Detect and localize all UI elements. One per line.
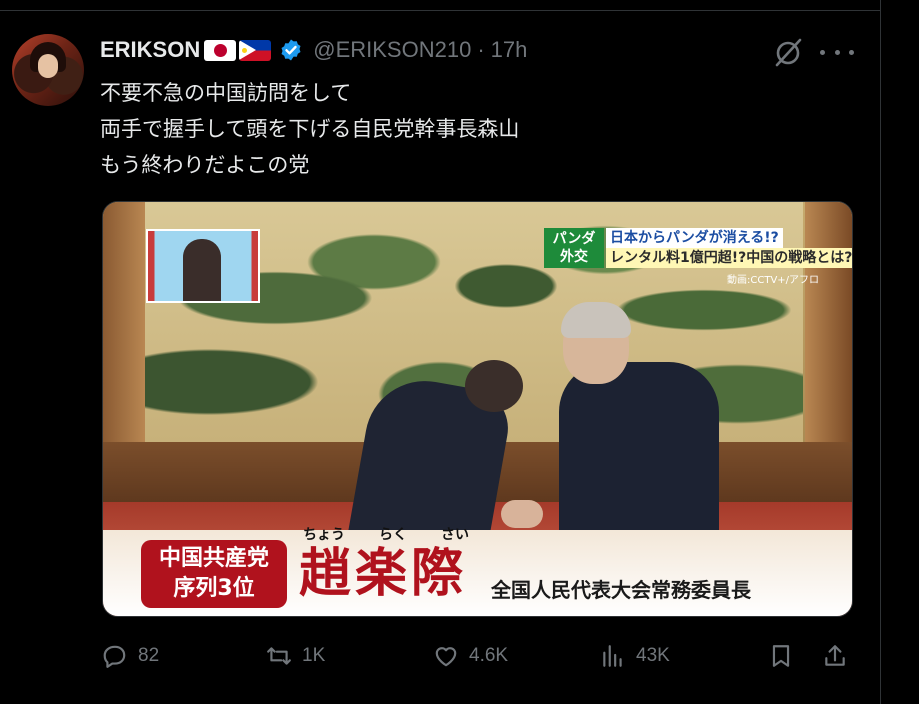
topic-badge-line: パンダ [552,231,596,247]
person-title-caption: 全国人民代表大会常務委員長 [491,578,751,602]
column-divider [880,0,881,704]
studio-inset [146,229,260,303]
topic-headline: 日本からパンダが消える!? [606,228,783,248]
avatar-face [38,54,58,78]
verified-badge-icon [281,39,301,61]
person-name-caption: 趙楽際 [299,543,468,604]
tweet-video[interactable]: パンダ 外交 日本からパンダが消える!? レンタル料1億円超!?中国の戦略とは?… [102,201,853,617]
topic-badge-line: 外交 [560,249,588,265]
repost-button[interactable]: 1K [266,641,325,671]
reply-button[interactable]: 82 [102,641,159,671]
like-button[interactable]: 4.6K [433,641,508,671]
repost-icon [267,647,291,665]
tweet-text-line: もう終わりだよこの党 [100,153,310,177]
standing-man-hair [561,302,631,338]
video-credit: 動画:CCTV+/アフロ [727,275,820,286]
timestamp[interactable]: 17h [491,37,528,63]
view-count: 43K [636,645,670,666]
tweet-text: 不要不急の中国訪問をして 両手で握手して頭を下げる自民党幹事長森山 もう終わりだ… [100,75,519,183]
repost-count: 1K [302,645,326,666]
tweet[interactable]: ERIKSON @ERIKSON210 · 17h 不要不急の中国訪問をして 両… [0,11,880,704]
topic-badge: パンダ 外交 [544,228,604,268]
bookmark-button[interactable] [768,641,794,671]
reply-count: 82 [138,645,160,666]
more-options-icon[interactable] [820,42,854,62]
tweet-text-line: 不要不急の中国訪問をして [100,81,352,105]
like-count: 4.6K [469,645,509,666]
share-button[interactable] [822,641,848,671]
philippines-flag-icon [239,39,272,61]
heart-icon [435,647,457,667]
tweet-text-line: 両手で握手して頭を下げる自民党幹事長森山 [100,117,520,141]
japan-flag-icon [204,39,237,61]
rank-line: 序列3位 [173,576,255,601]
bookmark-icon [772,645,790,667]
views-button[interactable]: 43K [600,641,670,671]
share-icon [825,645,845,666]
user-handle[interactable]: @ERIKSON210 [313,37,471,63]
reply-icon [103,645,126,668]
analytics-icon [603,645,622,667]
tweet-actions: 82 1K 4.6K 43K [100,641,860,671]
tweet-header: ERIKSON @ERIKSON210 · 17h [100,37,527,63]
bowing-man-head [465,360,523,412]
topic-subheadline: レンタル料1億円超!?中国の戦略とは? [606,248,852,268]
grok-icon[interactable] [772,36,804,68]
name-furigana: ちょう らく さい [303,524,469,544]
separator-dot: · [477,37,485,62]
rank-line: 中国共産党 [158,546,269,571]
furigana-part: さい [441,527,469,543]
furigana-part: ちょう [303,527,345,543]
handshake [501,500,543,528]
display-name[interactable]: ERIKSON [100,37,200,63]
rank-caption: 中国共産党 序列3位 [141,540,287,608]
furigana-part: らく [379,527,407,543]
avatar[interactable] [12,34,84,106]
